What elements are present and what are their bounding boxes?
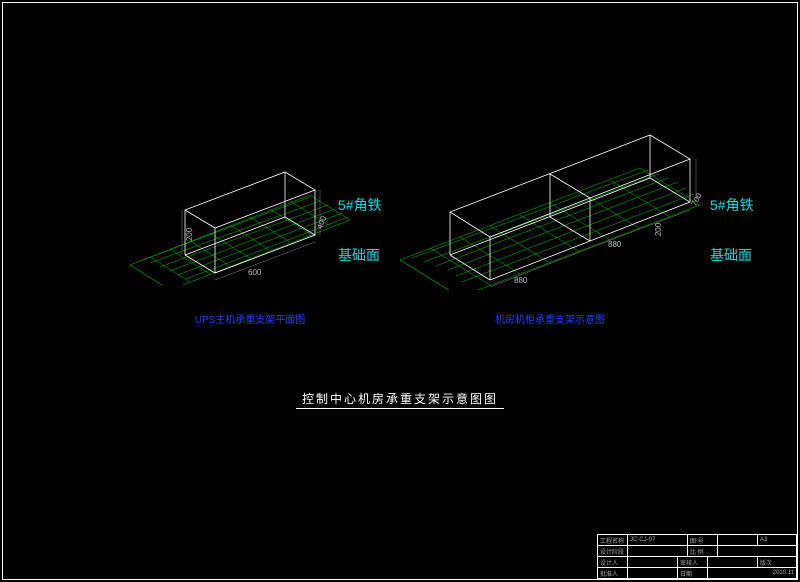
main-title: 控制中心机房承重支架示意图图 (296, 392, 504, 409)
tb-sheet: A3 (757, 535, 797, 545)
right-dim-w2: 880 (608, 240, 621, 249)
tb-dwg-value (717, 535, 757, 545)
right-annot-base: 基础面 (710, 245, 752, 265)
left-dim-height: 200 (185, 228, 194, 241)
left-annot-base: 基础面 (338, 245, 380, 265)
tb-scale-label: 比 例 (687, 546, 717, 556)
right-figure-svg (400, 120, 700, 290)
tb-design-label: 设计人 (597, 557, 627, 567)
tb-check-val (707, 557, 757, 567)
right-annot-angle: 5#角铁 (710, 195, 754, 215)
drawing-area: 600 200 400 5#角铁 基础面 UPS主机承重支架平面图 (0, 0, 800, 582)
tb-approve-label: 批准人 (597, 568, 627, 578)
left-figure-svg (130, 125, 350, 285)
tb-rev-label: 版次 (757, 557, 797, 567)
tb-proj-code: JC-CJ-07 (627, 535, 687, 545)
left-caption: UPS主机承重支架平面图 (170, 311, 330, 326)
tb-stage-label: 设计阶段 (597, 546, 627, 556)
left-annot-angle: 5#角铁 (338, 195, 382, 215)
left-dim-width: 600 (248, 268, 261, 277)
tb-stage-val (627, 546, 687, 556)
right-dim-h: 200 (654, 223, 663, 236)
tb-dwg-label: 图 号 (687, 535, 717, 545)
tb-check-label: 审核人 (677, 557, 707, 567)
tb-scale-val (717, 546, 797, 556)
main-title-wrap: 控制中心机房承重支架示意图图 (0, 390, 800, 407)
tb-proj-label: 工程名称 (597, 535, 627, 545)
tb-date-label: 日期 (677, 568, 707, 578)
tb-date-val: 2010.11 (707, 568, 797, 578)
right-caption: 机房机柜承重支架示意图 (470, 311, 630, 326)
tb-approve-val (627, 568, 677, 578)
tb-design-val (627, 557, 677, 567)
title-block: 工程名称 JC-CJ-07 图 号 A3 设计阶段 比 例 设计人 审核人 版次… (597, 534, 797, 579)
right-dim-w1: 880 (514, 276, 527, 285)
